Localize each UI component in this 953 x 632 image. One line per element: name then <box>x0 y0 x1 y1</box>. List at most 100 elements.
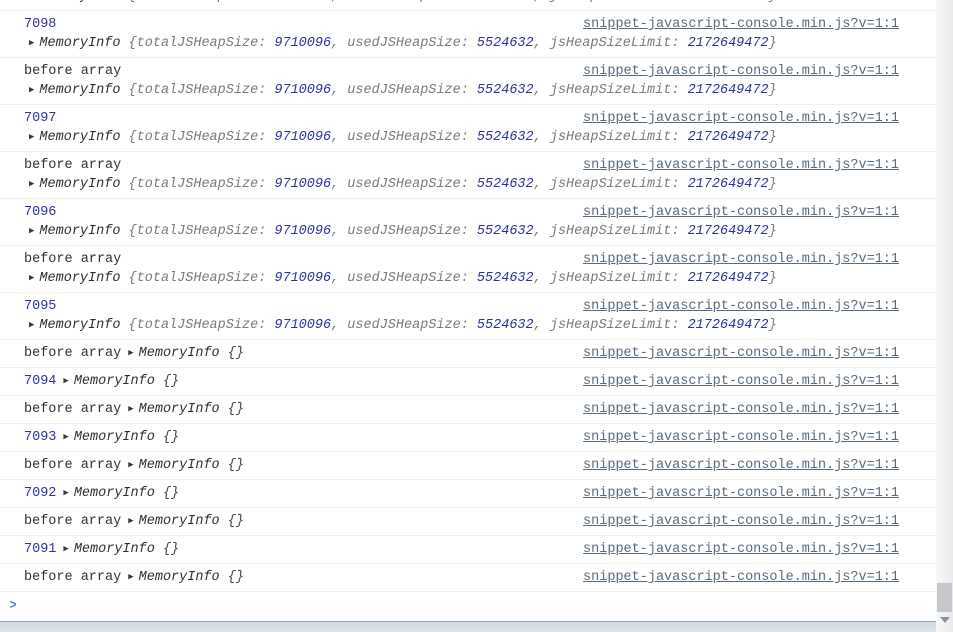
source-link[interactable]: snippet-javascript-console.min.js?v=1:1 <box>583 428 899 447</box>
object-class-name: MemoryInfo <box>138 402 228 417</box>
object-preview-token: , usedJSHeapSize: <box>331 318 477 333</box>
source-link[interactable]: snippet-javascript-console.min.js?v=1:1 <box>583 456 899 475</box>
expand-triangle-icon[interactable]: ▶ <box>63 428 68 447</box>
console-message: 7095 snippet-javascript-console.min.js?v=… <box>0 293 936 340</box>
object-preview[interactable]: ▶ MemoryInfo {} <box>63 542 179 557</box>
scrollbar-track[interactable] <box>936 0 953 632</box>
message-text: 7092 <box>24 486 57 501</box>
object-preview[interactable]: ▶ MemoryInfo {totalJSHeapSize: 9710096, u… <box>29 318 777 333</box>
object-preview-token: , jsHeapSizeLimit: <box>533 130 688 145</box>
object-class-name: MemoryInfo <box>39 0 128 4</box>
object-preview[interactable]: ▶ MemoryInfo {totalJSHeapSize: 9710096, u… <box>29 130 777 145</box>
object-preview-token: 9710096 <box>274 83 332 98</box>
source-link[interactable]: snippet-javascript-console.min.js?v=1:1 <box>583 400 899 419</box>
expand-triangle-icon[interactable]: ▶ <box>29 316 34 335</box>
object-preview-token: , usedJSHeapSize: <box>331 177 477 192</box>
console-message: before array ▶ MemoryInfo {} snippet-javasc… <box>0 564 936 592</box>
expand-triangle-icon[interactable]: ▶ <box>63 372 68 391</box>
source-link[interactable]: snippet-javascript-console.min.js?v=1:1 <box>583 109 899 128</box>
object-class-name: MemoryInfo <box>73 430 163 445</box>
console-message: before array snippet-javascript-console.m… <box>0 246 936 293</box>
object-class-name: MemoryInfo <box>138 570 228 585</box>
source-link[interactable]: snippet-javascript-console.min.js?v=1:1 <box>583 297 899 316</box>
object-preview[interactable]: ▶ MemoryInfo {} <box>128 346 244 361</box>
scrollbar-down-button[interactable] <box>936 612 953 628</box>
expand-triangle-icon[interactable]: ▶ <box>29 175 34 194</box>
vertical-scrollbar[interactable] <box>936 0 953 632</box>
source-link[interactable]: snippet-javascript-console.min.js?v=1:1 <box>583 540 899 559</box>
console-message: 7096 snippet-javascript-console.min.js?v=… <box>0 199 936 246</box>
object-preview-token: } <box>768 83 777 98</box>
object-preview-token: , usedJSHeapSize: <box>331 271 477 286</box>
object-preview[interactable]: ▶ MemoryInfo {totalJSHeapSize: 9710096, u… <box>29 0 777 4</box>
object-preview-token: {totalJSHeapSize: <box>128 318 275 333</box>
object-preview[interactable]: ▶ MemoryInfo {} <box>63 486 179 501</box>
object-preview-token: 5524632 <box>477 0 534 4</box>
object-preview-token: , usedJSHeapSize: <box>331 36 477 51</box>
object-preview-token: 9710096 <box>274 0 331 4</box>
object-preview[interactable]: ▶ MemoryInfo {totalJSHeapSize: 9710096, u… <box>29 271 777 286</box>
expand-triangle-icon[interactable]: ▶ <box>29 269 34 288</box>
expand-triangle-icon[interactable]: ▶ <box>29 222 34 241</box>
object-preview-token: 5524632 <box>476 130 534 145</box>
object-preview-token: 5524632 <box>476 271 534 286</box>
object-preview-token: 9710096 <box>274 177 332 192</box>
source-link[interactable]: snippet-javascript-console.min.js?v=1:1 <box>583 15 899 34</box>
object-preview-token: 9710096 <box>274 318 332 333</box>
source-link[interactable]: snippet-javascript-console.min.js?v=1:1 <box>583 568 899 587</box>
console-message: 7098 snippet-javascript-console.min.js?v=… <box>0 11 936 58</box>
console-input-row[interactable]: > <box>0 592 936 620</box>
object-preview-token: , jsHeapSizeLimit: <box>534 0 688 4</box>
object-preview-token: , jsHeapSizeLimit: <box>533 318 688 333</box>
expand-triangle-icon[interactable]: ▶ <box>128 400 133 419</box>
object-preview-token: {} <box>227 514 244 529</box>
expand-triangle-icon[interactable]: ▶ <box>63 540 68 559</box>
message-text: before array <box>24 402 122 417</box>
expand-triangle-icon[interactable]: ▶ <box>128 568 133 587</box>
object-preview-token: {} <box>162 486 180 501</box>
object-preview[interactable]: ▶ MemoryInfo {} <box>128 402 244 417</box>
object-preview-token: , usedJSHeapSize: <box>331 83 477 98</box>
object-preview[interactable]: ▶ MemoryInfo {totalJSHeapSize: 9710096, u… <box>29 36 777 51</box>
object-preview-token: {totalJSHeapSize: <box>128 36 275 51</box>
source-link[interactable]: snippet-javascript-console.min.js?v=1:1 <box>583 344 899 363</box>
expand-triangle-icon[interactable]: ▶ <box>128 512 133 531</box>
console-message: 7094 ▶ MemoryInfo {} snippet-javascript-con… <box>0 368 936 396</box>
object-preview-token: {totalJSHeapSize: <box>128 224 275 239</box>
expand-triangle-icon[interactable]: ▶ <box>128 344 133 363</box>
console-message: 7093 ▶ MemoryInfo {} snippet-javascript-con… <box>0 424 936 452</box>
source-link[interactable]: snippet-javascript-console.min.js?v=1:1 <box>583 62 899 81</box>
object-preview-token: } <box>768 130 777 145</box>
expand-triangle-icon[interactable]: ▶ <box>29 34 34 53</box>
object-preview[interactable]: ▶ MemoryInfo {totalJSHeapSize: 9710096, u… <box>29 83 777 98</box>
message-text: before array <box>24 346 122 361</box>
message-text: 7096 <box>24 205 57 220</box>
object-preview[interactable]: ▶ MemoryInfo {} <box>63 430 179 445</box>
message-text: before array <box>24 64 122 79</box>
object-preview-token: 2172649472 <box>687 83 769 98</box>
source-link[interactable]: snippet-javascript-console.min.js?v=1:1 <box>583 156 899 175</box>
expand-triangle-icon[interactable]: ▶ <box>128 456 133 475</box>
object-class-name: MemoryInfo <box>138 514 228 529</box>
object-preview-token: 9710096 <box>274 224 332 239</box>
object-preview-token: {totalJSHeapSize: <box>128 83 275 98</box>
object-preview-token: 5524632 <box>476 36 534 51</box>
source-link[interactable]: snippet-javascript-console.min.js?v=1:1 <box>583 203 899 222</box>
object-preview[interactable]: ▶ MemoryInfo {totalJSHeapSize: 9710096, u… <box>29 224 777 239</box>
object-preview[interactable]: ▶ MemoryInfo {} <box>128 514 244 529</box>
scrollbar-thumb[interactable] <box>937 583 952 612</box>
source-link[interactable]: snippet-javascript-console.min.js?v=1:1 <box>583 484 899 503</box>
object-preview[interactable]: ▶ MemoryInfo {} <box>128 570 244 585</box>
expand-triangle-icon[interactable]: ▶ <box>29 128 34 147</box>
object-preview[interactable]: ▶ MemoryInfo {} <box>128 458 244 473</box>
expand-triangle-icon[interactable]: ▶ <box>63 484 68 503</box>
object-preview[interactable]: ▶ MemoryInfo {totalJSHeapSize: 9710096, u… <box>29 177 777 192</box>
expand-triangle-icon[interactable]: ▶ <box>29 81 34 100</box>
source-link[interactable]: snippet-javascript-console.min.js?v=1:1 <box>583 372 899 391</box>
expand-triangle-icon[interactable]: ▶ <box>29 0 34 6</box>
source-link[interactable]: snippet-javascript-console.min.js?v=1:1 <box>583 250 899 269</box>
object-class-name: MemoryInfo <box>73 486 163 501</box>
object-preview[interactable]: ▶ MemoryInfo {} <box>63 374 179 389</box>
source-link[interactable]: snippet-javascript-console.min.js?v=1:1 <box>583 512 899 531</box>
object-preview-token: {} <box>227 570 244 585</box>
